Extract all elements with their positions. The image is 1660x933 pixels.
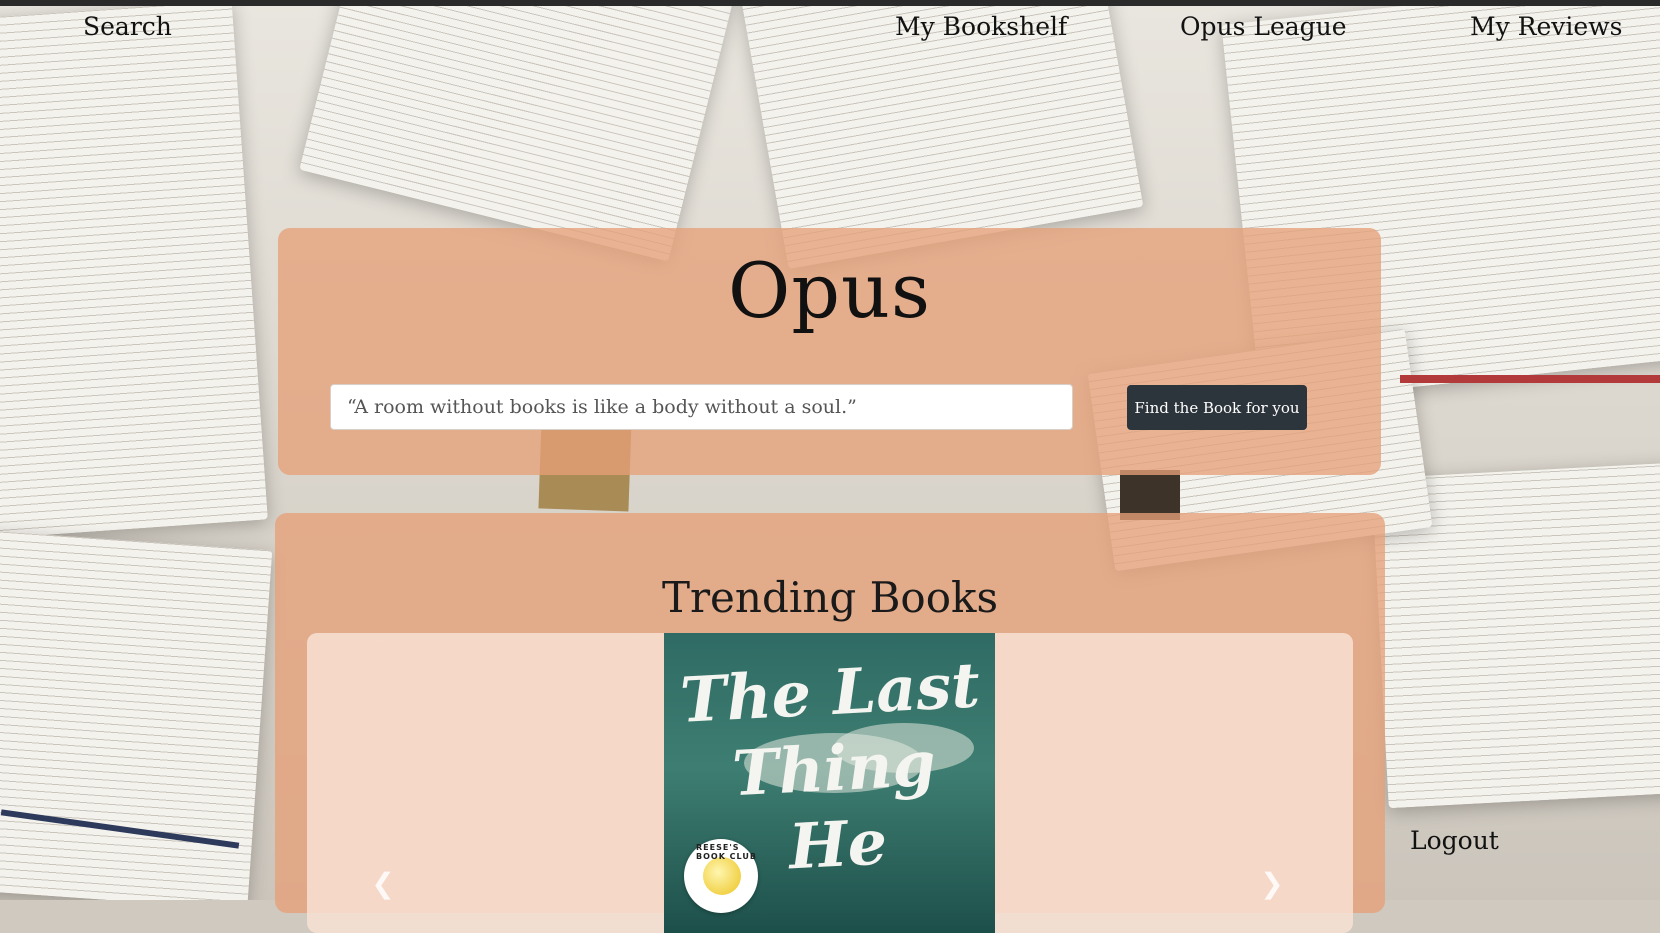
- chevron-right-icon[interactable]: ❯: [1257, 869, 1287, 899]
- nav-search-link[interactable]: Search: [83, 12, 172, 41]
- top-border: [0, 0, 1660, 6]
- trending-books-panel: Trending Books The Last Thing He REESE'S…: [275, 513, 1385, 933]
- nav-my-reviews-link[interactable]: My Reviews: [1470, 12, 1622, 41]
- book-club-badge-text: REESE'S BOOK CLUB: [696, 843, 757, 861]
- chevron-left-icon[interactable]: ❮: [368, 869, 398, 899]
- trending-books-title: Trending Books: [661, 573, 999, 622]
- trending-books-carousel: The Last Thing He REESE'S BOOK CLUB ❮ ❯: [307, 633, 1353, 933]
- nav-opus-league-link[interactable]: Opus League: [1180, 12, 1347, 41]
- find-book-button[interactable]: Find the Book for you: [1127, 385, 1307, 430]
- hero-panel: Opus Find the Book for you: [278, 228, 1381, 475]
- book-cover[interactable]: The Last Thing He REESE'S BOOK CLUB: [664, 633, 995, 933]
- logout-link[interactable]: Logout: [1410, 826, 1499, 855]
- nav-bookshelf-link[interactable]: My Bookshelf: [895, 12, 1067, 41]
- site-title: Opus: [728, 246, 931, 335]
- book-club-badge-icon: REESE'S BOOK CLUB: [684, 839, 758, 913]
- book-search-input[interactable]: [330, 384, 1073, 430]
